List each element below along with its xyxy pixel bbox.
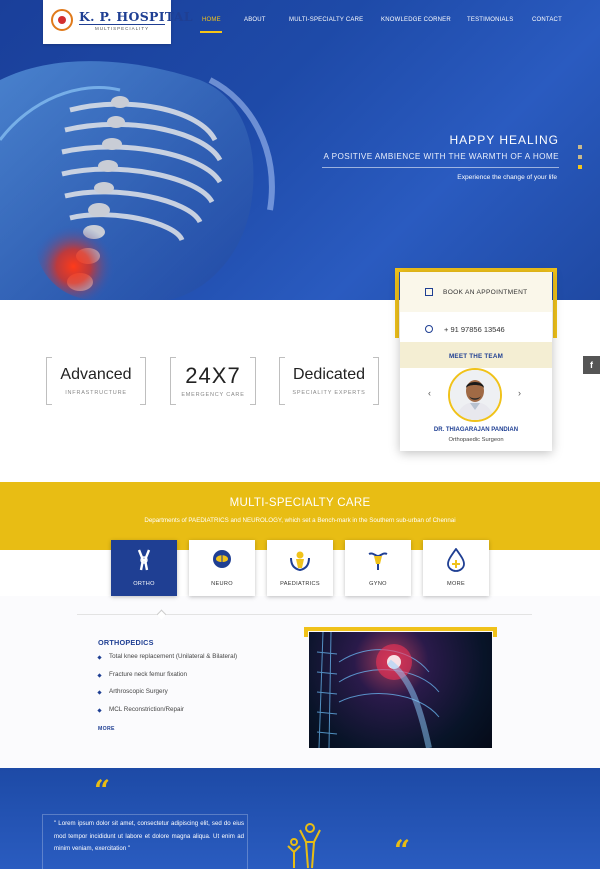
stat-infrastructure: Advanced INFRASTRUCTURE: [46, 357, 146, 405]
stat-value: 24X7: [185, 363, 241, 388]
nav-knowledge-corner[interactable]: KNOWLEDGE CORNER: [381, 17, 451, 23]
specialty-subtitle: Departments of PAEDIATRICS and NEUROLOGY…: [144, 517, 456, 524]
tile-neuro[interactable]: NEURO: [189, 540, 255, 596]
brain-icon: [213, 550, 231, 568]
tile-gyno[interactable]: GYNO: [345, 540, 411, 596]
meet-team-header: MEET THE TEAM: [400, 342, 552, 368]
section-divider: [77, 614, 532, 615]
nav-about[interactable]: ABOUT: [244, 17, 266, 23]
ortho-title: ORTHOPEDICS: [98, 638, 154, 647]
slider-dots: [578, 145, 583, 175]
nav-home[interactable]: HOME: [202, 17, 221, 23]
tile-label: PAEDIATRICS: [280, 581, 320, 587]
stat-emergency: 24X7 EMERGENCY CARE: [170, 357, 256, 405]
ortho-shoulder-image: [309, 632, 492, 748]
doctor-avatar: [448, 368, 502, 422]
quote-icon: “: [94, 774, 111, 807]
book-appointment-label: BOOK AN APPOINTMENT: [443, 289, 528, 296]
book-appointment-button[interactable]: BOOK AN APPOINTMENT: [400, 272, 552, 312]
tile-more[interactable]: MORE: [423, 540, 489, 596]
specialty-tiles: ORTHO NEURO PAEDIATRICS GYNO MORE: [0, 540, 600, 596]
chevron-right-icon[interactable]: ›: [518, 388, 521, 398]
main-nav: HOME ABOUT MULTI-SPECIALTY CARE KNOWLEDG…: [0, 17, 600, 31]
slider-dot-2[interactable]: [578, 155, 582, 159]
tile-paediatrics[interactable]: PAEDIATRICS: [267, 540, 333, 596]
page: K. P. HOSPITAL MULTISPECIALITY HOME ABOU…: [0, 0, 600, 869]
testimonial-section: “ " Lorem ipsum dolor sit amet, consecte…: [0, 768, 600, 869]
stat-label: INFRASTRUCTURE: [65, 390, 127, 396]
phone-link[interactable]: + 91 97856 13546: [400, 315, 552, 343]
hero-tagline: Experience the change of your life: [457, 174, 557, 181]
stat-experts: Dedicated SPECIALITY EXPERTS: [279, 357, 379, 405]
tile-label: GYNO: [369, 581, 387, 587]
specialty-title: MULTI-SPECIALTY CARE: [229, 497, 371, 509]
stat-label: EMERGENCY CARE: [181, 392, 245, 398]
nav-testimonials[interactable]: TESTIMONIALS: [467, 17, 513, 23]
tile-ortho[interactable]: ORTHO: [111, 540, 177, 596]
phone-number: + 91 97856 13546: [444, 325, 505, 334]
doctor-role: Orthopaedic Surgeon: [448, 437, 504, 443]
stat-label: SPECIALITY EXPERTS: [292, 390, 366, 396]
tile-label: NEURO: [211, 581, 233, 587]
uterus-icon: [368, 552, 388, 570]
stat-value: Advanced: [60, 366, 132, 383]
nav-multi-specialty-care[interactable]: MULTI-SPECIALTY CARE: [289, 17, 363, 23]
appointment-card: BOOK AN APPOINTMENT + 91 97856 13546 MEE…: [400, 272, 552, 451]
list-item: Arthroscopic Surgery: [97, 688, 237, 706]
chevron-left-icon[interactable]: ‹: [428, 388, 431, 398]
ortho-list: Total knee replacement (Unilateral & Bil…: [97, 653, 237, 723]
hero-divider: [322, 167, 559, 168]
hero-title: HAPPY HEALING: [449, 133, 559, 147]
ortho-more-link[interactable]: MORE: [98, 726, 115, 732]
slider-dot-1[interactable]: [578, 145, 582, 149]
slider-dot-3[interactable]: [578, 165, 582, 169]
quote-icon-2: “: [394, 834, 411, 867]
facebook-icon[interactable]: f: [583, 356, 600, 374]
shoulder-xray-art: [316, 632, 440, 748]
nav-contact[interactable]: CONTACT: [532, 17, 562, 23]
testimonial-text: " Lorem ipsum dolor sit amet, consectetu…: [54, 820, 244, 853]
list-item: MCL Reconstriction/Repair: [97, 706, 237, 724]
list-item: Fracture neck femur fixation: [97, 671, 237, 689]
nav-active-indicator: [200, 31, 222, 33]
tile-label: ORTHO: [133, 581, 155, 587]
list-item: Total knee replacement (Unilateral & Bil…: [97, 653, 237, 671]
doctor-photo: [450, 370, 500, 420]
doctor-name: DR. THIAGARAJAN PANDIAN: [433, 427, 519, 433]
hero-banner: K. P. HOSPITAL MULTISPECIALITY HOME ABOU…: [0, 0, 600, 300]
plus-drop-icon: [447, 548, 465, 572]
hero-subtitle: A POSITIVE AMBIENCE WITH THE WARMTH OF A…: [323, 152, 559, 161]
hero-spine-image: [0, 61, 275, 300]
people-icon: [287, 823, 321, 869]
ortho-section-bg: [0, 596, 600, 768]
stat-value: Dedicated: [292, 366, 366, 383]
child-care-icon: [290, 551, 310, 572]
meet-team-label: MEET THE TEAM: [448, 353, 504, 360]
tile-label: MORE: [447, 581, 465, 587]
phone-icon: [425, 325, 433, 333]
calendar-icon: [425, 288, 433, 296]
knee-joint-icon: [137, 549, 151, 571]
